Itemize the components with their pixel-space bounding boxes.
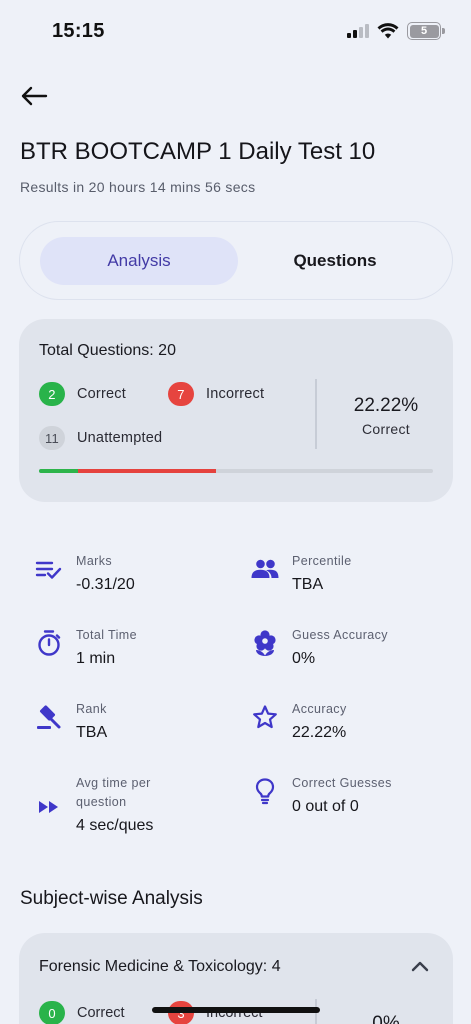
stat-label: Avg time per question bbox=[76, 776, 151, 809]
cellular-signal-icon bbox=[347, 24, 369, 38]
divider bbox=[315, 379, 317, 449]
tab-questions[interactable]: Questions bbox=[236, 237, 434, 285]
subject-percentage: 0% bbox=[372, 1013, 400, 1024]
stat-value: 1 min bbox=[76, 650, 116, 667]
home-indicator[interactable] bbox=[152, 1007, 320, 1013]
chevron-up-icon[interactable] bbox=[411, 959, 429, 977]
summary-card: Total Questions: 20 2 Correct 7 Incorrec… bbox=[19, 319, 453, 502]
timer-icon bbox=[32, 630, 66, 656]
tab-bar: Analysis Questions bbox=[19, 221, 453, 300]
stat-label: Total Time bbox=[76, 628, 137, 642]
unattempted-legend: 11 Unattempted bbox=[39, 426, 162, 450]
progress-correct-segment bbox=[39, 469, 79, 473]
arrow-left-icon bbox=[21, 86, 48, 106]
wifi-icon bbox=[377, 23, 399, 39]
fast-forward-icon bbox=[32, 794, 66, 820]
stat-value: 0% bbox=[292, 650, 316, 667]
stat-value: 0 out of 0 bbox=[292, 798, 359, 815]
correct-label: Correct bbox=[77, 386, 126, 402]
stat-label: Accuracy bbox=[292, 702, 347, 716]
incorrect-count-badge: 7 bbox=[168, 382, 194, 406]
stat-value: TBA bbox=[76, 724, 108, 741]
status-bar: 15:15 5 bbox=[0, 0, 471, 64]
stat-label: Percentile bbox=[292, 554, 352, 568]
unattempted-label: Unattempted bbox=[77, 430, 163, 446]
correct-legend: 2 Correct bbox=[39, 382, 126, 406]
progress-incorrect-segment bbox=[78, 469, 217, 473]
score-progress-bar bbox=[39, 469, 433, 473]
results-countdown: Results in 20 hours 14 mins 56 secs bbox=[20, 179, 256, 195]
gavel-icon bbox=[32, 704, 66, 730]
incorrect-legend: 7 Incorrect bbox=[168, 382, 264, 406]
correct-percentage-label: Correct bbox=[362, 421, 410, 437]
flower-icon bbox=[248, 630, 282, 656]
subject-correct-label: Correct bbox=[77, 1005, 125, 1021]
battery-icon: 5 bbox=[407, 22, 445, 40]
people-icon bbox=[248, 556, 282, 582]
battery-level: 5 bbox=[409, 24, 439, 38]
correct-count-badge: 2 bbox=[39, 382, 65, 406]
stat-label: Guess Accuracy bbox=[292, 628, 388, 642]
stat-value: 4 sec/ques bbox=[76, 817, 154, 834]
lightbulb-icon bbox=[248, 778, 282, 805]
checklist-icon bbox=[32, 556, 66, 582]
stat-value: -0.31/20 bbox=[76, 576, 135, 593]
stat-value: TBA bbox=[292, 576, 324, 593]
star-icon bbox=[248, 704, 282, 730]
status-icons: 5 bbox=[347, 22, 445, 40]
status-time: 15:15 bbox=[52, 20, 105, 42]
subject-name: Forensic Medicine & Toxicology: 4 bbox=[39, 958, 281, 975]
back-button[interactable] bbox=[20, 82, 52, 110]
subject-correct-badge: 0 bbox=[39, 1001, 65, 1024]
page-title: BTR BOOTCAMP 1 Daily Test 10 bbox=[20, 138, 376, 165]
subject-correct-legend: 0 Correct bbox=[39, 1001, 125, 1024]
stat-label: Correct Guesses bbox=[292, 776, 392, 790]
total-questions: Total Questions: 20 bbox=[39, 342, 176, 359]
stat-value: 22.22% bbox=[292, 724, 347, 741]
unattempted-count-badge: 11 bbox=[39, 426, 65, 450]
incorrect-label: Incorrect bbox=[206, 386, 265, 402]
correct-percentage: 22.22% bbox=[353, 395, 419, 416]
subject-section-title: Subject-wise Analysis bbox=[20, 888, 203, 909]
stat-label: Marks bbox=[76, 554, 113, 568]
tab-analysis[interactable]: Analysis bbox=[40, 237, 238, 285]
stat-label: Rank bbox=[76, 702, 107, 716]
